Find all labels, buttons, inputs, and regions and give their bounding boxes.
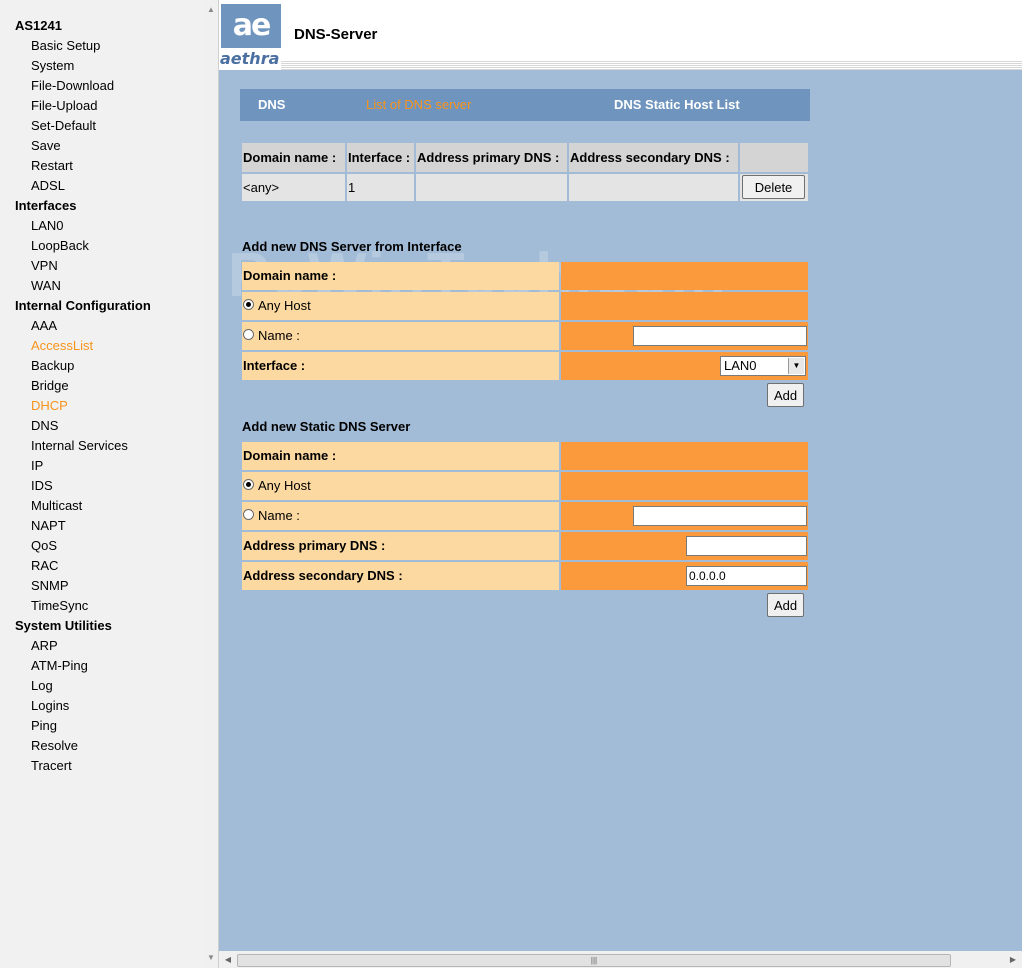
- nav-item-lan0[interactable]: LAN0: [31, 218, 64, 233]
- any-host-radio[interactable]: [243, 299, 254, 311]
- chevron-down-icon[interactable]: ▼: [788, 358, 804, 374]
- primary-dns-label: Address primary DNS :: [242, 532, 559, 560]
- nav-item-napt[interactable]: NAPT: [31, 518, 66, 533]
- nav-group-title: Internal Configuration: [15, 298, 151, 313]
- nav-item-accesslist[interactable]: AccessList: [31, 338, 93, 353]
- col-header-domain: Domain name :: [242, 143, 345, 172]
- page-title: DNS-Server: [294, 26, 378, 43]
- static-name-radio[interactable]: [243, 509, 254, 521]
- content-frame: ae aethra DNS-Server DNS List of DNS ser…: [219, 0, 1022, 968]
- tab-dns[interactable]: DNS: [258, 97, 285, 112]
- primary-dns-input[interactable]: [686, 536, 807, 556]
- nav-item-backup[interactable]: Backup: [31, 358, 74, 373]
- nav-item-timesync[interactable]: TimeSync: [31, 598, 88, 613]
- tab-bar: DNS List of DNS server DNS Static Host L…: [240, 89, 810, 121]
- nav-item-resolve[interactable]: Resolve: [31, 738, 78, 753]
- scroll-right-arrow-icon[interactable]: ▶: [1006, 951, 1020, 968]
- nav-item-restart[interactable]: Restart: [31, 158, 73, 173]
- content-horizontal-scrollbar[interactable]: ◀ ||| ▶: [219, 951, 1022, 968]
- nav-item-arp[interactable]: ARP: [31, 638, 58, 653]
- nav-item-save[interactable]: Save: [31, 138, 61, 153]
- nav-item-loopback[interactable]: LoopBack: [31, 238, 89, 253]
- interface-select[interactable]: LAN0 ▼: [720, 356, 806, 376]
- iface-name-row[interactable]: Name :: [242, 322, 559, 350]
- interface-select-value: LAN0: [724, 358, 757, 373]
- nav-item-system[interactable]: System: [31, 58, 74, 73]
- nav-group-title: System Utilities: [15, 618, 112, 633]
- static-name-input[interactable]: [633, 506, 807, 526]
- static-any-host-radio[interactable]: [243, 479, 254, 491]
- nav-group-title: Interfaces: [15, 198, 77, 213]
- cell-domain: <any>: [242, 174, 345, 201]
- nav-item-qos[interactable]: QoS: [31, 538, 57, 553]
- iface-add-button[interactable]: Add: [767, 383, 804, 407]
- interface-label: Interface :: [242, 352, 559, 380]
- nav-item-atm-ping[interactable]: ATM-Ping: [31, 658, 88, 673]
- cell-secondary-dns: [569, 174, 738, 201]
- static-name-label: Name :: [258, 508, 300, 523]
- secondary-dns-label: Address secondary DNS :: [242, 562, 559, 590]
- col-header-secondary-dns: Address secondary DNS :: [569, 143, 738, 172]
- col-header-interface: Interface :: [347, 143, 414, 172]
- iface-domain-label: Domain name :: [242, 262, 559, 290]
- tab-dns-static-host-list[interactable]: DNS Static Host List: [614, 97, 740, 112]
- static-any-host-field: [561, 472, 808, 500]
- col-header-primary-dns: Address primary DNS :: [416, 143, 567, 172]
- nav-group-title: AS1241: [15, 18, 62, 33]
- scroll-left-arrow-icon[interactable]: ◀: [221, 951, 235, 968]
- scroll-up-arrow-icon[interactable]: ▲: [204, 2, 218, 18]
- secondary-dns-input[interactable]: [686, 566, 807, 586]
- left-nav-frame: AS1241 Basic Setup System File-Download File…: [0, 0, 219, 968]
- static-form-title: Add new Static DNS Server: [242, 419, 411, 434]
- nav-item-multicast[interactable]: Multicast: [31, 498, 82, 513]
- scroll-down-arrow-icon[interactable]: ▼: [204, 950, 218, 966]
- nav-item-wan[interactable]: WAN: [31, 278, 61, 293]
- col-header-action: [740, 143, 808, 172]
- static-name-row[interactable]: Name :: [242, 502, 559, 530]
- name-label: Name :: [258, 328, 300, 343]
- nav-item-adsl[interactable]: ADSL: [31, 178, 65, 193]
- nav-vertical-scrollbar[interactable]: ▲ ▼: [204, 0, 218, 968]
- logo-mark: ae: [232, 8, 272, 43]
- nav-item-tracert[interactable]: Tracert: [31, 758, 72, 773]
- nav-item-set-default[interactable]: Set-Default: [31, 118, 96, 133]
- nav-item-internal-services[interactable]: Internal Services: [31, 438, 128, 453]
- nav-item-bridge[interactable]: Bridge: [31, 378, 69, 393]
- any-host-label: Any Host: [258, 298, 311, 313]
- nav-item-file-upload[interactable]: File-Upload: [31, 98, 97, 113]
- cell-primary-dns: [416, 174, 567, 201]
- iface-domain-field: [561, 262, 808, 290]
- delete-button[interactable]: Delete: [742, 175, 805, 199]
- iface-any-host-field: [561, 292, 808, 320]
- cell-interface: 1: [347, 174, 414, 201]
- nav-item-rac[interactable]: RAC: [31, 558, 58, 573]
- scrollbar-thumb[interactable]: |||: [237, 954, 951, 967]
- nav-item-vpn[interactable]: VPN: [31, 258, 58, 273]
- header-divider: [281, 60, 1022, 70]
- static-domain-label: Domain name :: [242, 442, 559, 470]
- static-any-host-row[interactable]: Any Host: [242, 472, 559, 500]
- nav-item-snmp[interactable]: SNMP: [31, 578, 69, 593]
- nav-item-ids[interactable]: IDS: [31, 478, 53, 493]
- nav-item-logins[interactable]: Logins: [31, 698, 69, 713]
- iface-name-input[interactable]: [633, 326, 807, 346]
- iface-any-host-row[interactable]: Any Host: [242, 292, 559, 320]
- iface-form-title: Add new DNS Server from Interface: [242, 239, 462, 254]
- static-any-host-label: Any Host: [258, 478, 311, 493]
- logo-wordmark: aethra: [220, 49, 280, 68]
- nav-item-dns[interactable]: DNS: [31, 418, 58, 433]
- nav-item-ping[interactable]: Ping: [31, 718, 57, 733]
- nav-item-ip[interactable]: IP: [31, 458, 43, 473]
- nav-item-dhcp[interactable]: DHCP: [31, 398, 68, 413]
- nav-item-file-download[interactable]: File-Download: [31, 78, 114, 93]
- tab-list-of-dns-server[interactable]: List of DNS server: [366, 97, 471, 112]
- nav-item-log[interactable]: Log: [31, 678, 53, 693]
- static-add-button[interactable]: Add: [767, 593, 804, 617]
- static-domain-field: [561, 442, 808, 470]
- name-radio[interactable]: [243, 329, 254, 341]
- page-header: ae aethra DNS-Server: [219, 0, 1022, 70]
- nav-item-basic-setup[interactable]: Basic Setup: [31, 38, 100, 53]
- nav-item-aaa[interactable]: AAA: [31, 318, 57, 333]
